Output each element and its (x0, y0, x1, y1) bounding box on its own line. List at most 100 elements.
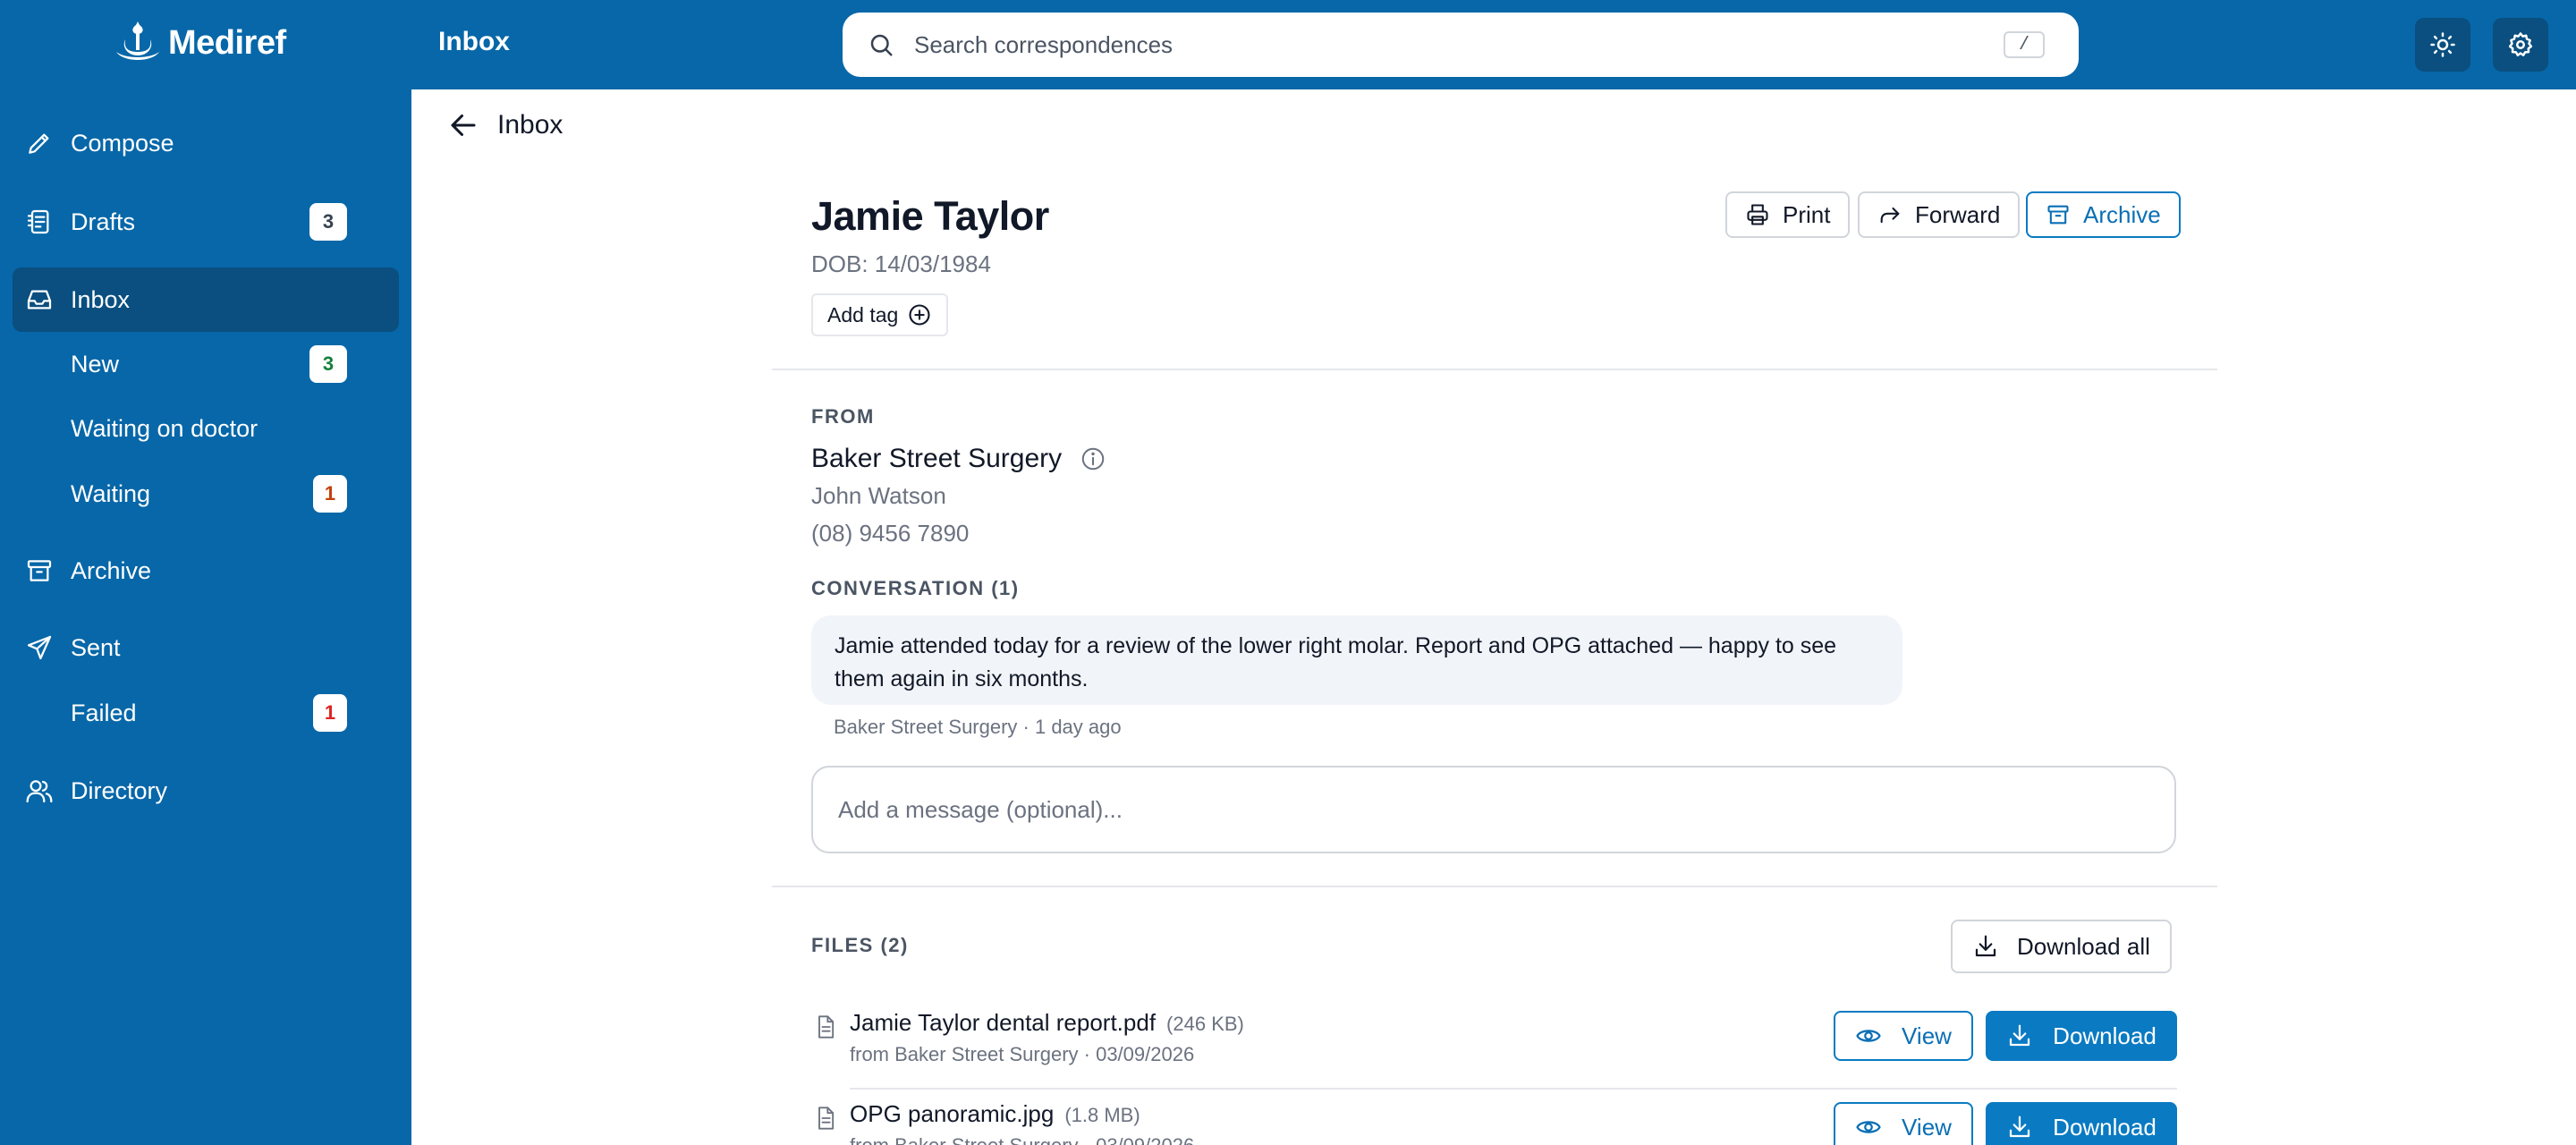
sidebar-item-waiting-on-doctor[interactable]: Waiting on doctor (13, 396, 399, 461)
sender-practice: Baker Street Surgery (811, 444, 1106, 474)
search-bar[interactable]: / (843, 13, 2079, 77)
download-all-button[interactable]: Download all (1951, 920, 2172, 973)
sidebar-item-archive[interactable]: Archive (13, 539, 399, 603)
sidebar: Compose Drafts 3 Inbox New 3 Waiting on … (0, 89, 411, 1145)
info-icon[interactable] (1080, 445, 1106, 472)
sidebar-item-label: Waiting (71, 479, 151, 507)
sender-practice-name: Baker Street Surgery (811, 444, 1063, 473)
search-icon (870, 34, 893, 56)
forward-label: Forward (1915, 200, 2001, 228)
archive-button[interactable]: Archive (2026, 191, 2181, 238)
failed-count-badge: 1 (313, 694, 347, 732)
file-name-text: OPG panoramic.jpg (850, 1100, 1055, 1127)
patient-dob: DOB: 14/03/1984 (811, 250, 991, 277)
sidebar-item-label: New (71, 350, 120, 377)
gear-icon (2508, 32, 2533, 56)
download-file-button[interactable]: Download (1986, 1011, 2177, 1061)
theme-toggle-button[interactable] (2415, 18, 2470, 72)
section-divider (772, 369, 2217, 370)
forward-button[interactable]: Forward (1858, 191, 2021, 238)
view-label: View (1902, 1113, 1952, 1141)
view-file-button[interactable]: View (1834, 1011, 1973, 1061)
download-label: Download (2053, 1022, 2157, 1049)
sidebar-item-sent[interactable]: Sent (13, 615, 399, 680)
download-file-button[interactable]: Download (1986, 1102, 2177, 1145)
from-section-label: FROM (811, 405, 875, 428)
download-icon (1975, 935, 1996, 957)
header-title: Inbox (438, 27, 510, 56)
file-name-text: Jamie Taylor dental report.pdf (850, 1009, 1157, 1036)
sidebar-item-compose[interactable]: Compose (13, 111, 399, 175)
main-content: Inbox Jamie Taylor DOB: 14/03/1984 Add t… (411, 89, 2576, 1145)
sidebar-item-inbox[interactable]: Inbox (13, 267, 399, 332)
archive-icon (2047, 205, 2069, 225)
patient-name: Jamie Taylor (811, 193, 1049, 239)
message-meta: Baker Street Surgery · 1 day ago (834, 716, 1122, 738)
eye-icon (1856, 1030, 1881, 1042)
sender-phone: (08) 9456 7890 (811, 520, 970, 547)
mediref-logo-icon (116, 21, 159, 60)
file-name: OPG panoramic.jpg (1.8 MB) (850, 1100, 1140, 1128)
file-name: Jamie Taylor dental report.pdf (246 KB) (850, 1009, 1244, 1037)
arrow-left-icon (451, 114, 476, 136)
print-label: Print (1783, 200, 1831, 228)
sidebar-item-label: Directory (71, 776, 168, 804)
file-icon (818, 1015, 835, 1039)
add-tag-label: Add tag (827, 302, 899, 327)
back-to-inbox-link[interactable]: Inbox (447, 109, 563, 141)
forward-icon (1880, 207, 1900, 224)
search-shortcut-key: / (2004, 31, 2045, 58)
conversation-section-label: CONVERSATION (1) (811, 577, 1020, 599)
sidebar-item-failed[interactable]: Failed 1 (13, 681, 399, 745)
sidebar-item-label: Compose (71, 129, 174, 157)
sun-icon (2430, 32, 2455, 57)
waiting-count-badge: 1 (313, 475, 347, 513)
sidebar-item-directory[interactable]: Directory (13, 759, 399, 823)
print-button[interactable]: Print (1725, 191, 1851, 238)
users-icon (26, 780, 53, 803)
file-icon (818, 1107, 835, 1130)
send-icon (27, 635, 52, 660)
settings-button[interactable] (2493, 18, 2548, 72)
view-file-button[interactable]: View (1834, 1102, 1973, 1145)
file-size: (246 KB) (1166, 1013, 1244, 1035)
printer-icon (1747, 204, 1768, 225)
files-section-label: FILES (2) (811, 934, 909, 956)
download-icon (2010, 1024, 2030, 1047)
message-input[interactable] (811, 766, 2176, 853)
sidebar-item-label: Waiting on doctor (71, 414, 258, 442)
row-divider (850, 1088, 2177, 1090)
file-row: OPG panoramic.jpg (1.8 MB) from Baker Str… (811, 1091, 2177, 1145)
drafts-icon (27, 209, 49, 234)
pencil-icon (29, 133, 49, 154)
file-source: from Baker Street Surgery · 03/09/2026 (850, 1043, 1195, 1065)
sidebar-item-label: Sent (71, 633, 121, 661)
archive-label: Archive (2083, 200, 2161, 228)
sidebar-item-label: Failed (71, 699, 137, 726)
sender-doctor: John Watson (811, 482, 946, 509)
file-row: Jamie Taylor dental report.pdf (246 KB) f… (811, 1000, 2177, 1090)
plus-circle-icon (909, 304, 930, 326)
inbox-icon (27, 290, 52, 310)
add-tag-button[interactable]: Add tag (811, 293, 949, 336)
search-input[interactable] (914, 30, 1952, 59)
view-label: View (1902, 1022, 1952, 1049)
new-count-badge: 3 (309, 345, 347, 383)
section-divider (772, 886, 2217, 887)
file-source: from Baker Street Surgery · 03/09/2026 (850, 1134, 1194, 1145)
top-header: Mediref Inbox / (0, 0, 2576, 89)
sidebar-item-waiting[interactable]: Waiting 1 (13, 462, 399, 526)
logo[interactable]: Mediref (113, 16, 286, 70)
sidebar-item-label: Drafts (71, 208, 136, 235)
logo-text: Mediref (168, 23, 286, 62)
sidebar-item-drafts[interactable]: Drafts 3 (13, 190, 399, 254)
download-all-label: Download all (2017, 932, 2150, 960)
download-icon (2010, 1115, 2030, 1138)
sidebar-item-label: Inbox (71, 285, 131, 313)
sidebar-item-new[interactable]: New 3 (13, 332, 399, 396)
archive-icon (27, 560, 52, 581)
back-label: Inbox (497, 110, 564, 140)
message-bubble: Jamie attended today for a review of the… (811, 615, 1902, 705)
eye-icon (1856, 1121, 1881, 1133)
drafts-count-badge: 3 (309, 203, 347, 241)
